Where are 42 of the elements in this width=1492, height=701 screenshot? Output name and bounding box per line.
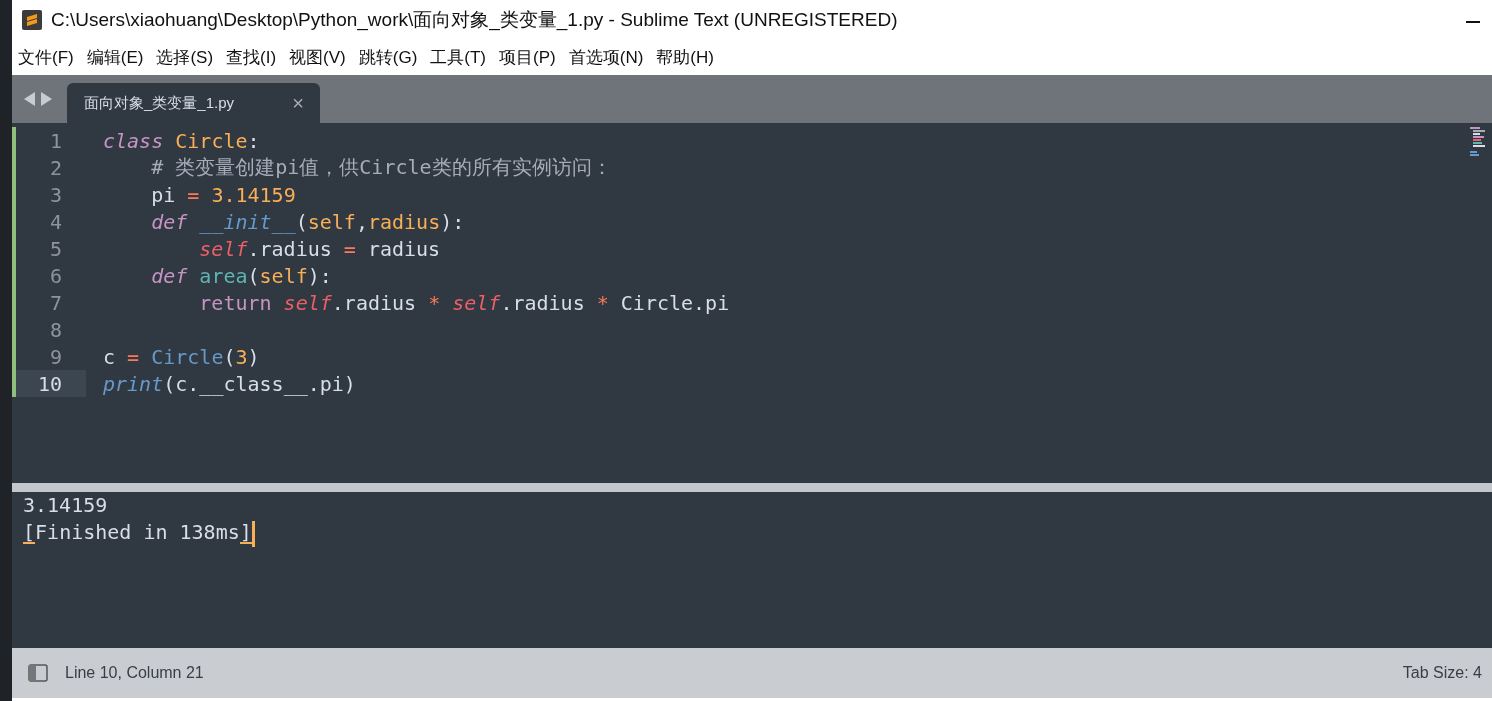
- line-number: 6: [49, 263, 62, 288]
- editor-tab[interactable]: 面向对象_类变量_1.py ×: [67, 83, 320, 123]
- line-number: 10: [37, 371, 62, 396]
- previous-tab-icon[interactable]: [24, 92, 35, 106]
- code-line: def area(self):: [150, 263, 332, 288]
- code-line: # 类变量创建pi值，供Circle类的所有实例访问：: [150, 154, 612, 181]
- output-line: 3.14159: [23, 492, 109, 519]
- window-title: C:\Users\xiaohuang\Desktop\Python_work\面向对象_类变量_1.py - Sublime Text (UNREGISTERED): [51, 8, 898, 33]
- menu-item[interactable]: 首选项(N): [568, 46, 644, 69]
- app-logo-icon: [22, 10, 42, 30]
- code-line: return self.radius * self.radius * Circle.pi: [198, 290, 730, 315]
- code-line: class Circle:: [103, 128, 260, 153]
- line-number: 8: [49, 317, 62, 342]
- menu-item[interactable]: 帮助(H): [656, 46, 714, 69]
- menu-item[interactable]: 编辑(E): [86, 46, 144, 69]
- output-line: [Finished in 138ms]: [23, 519, 1492, 546]
- menu-item[interactable]: 查找(I): [226, 46, 277, 69]
- menu-item[interactable]: 文件(F): [18, 46, 74, 69]
- line-number: 7: [49, 290, 62, 315]
- menu-item[interactable]: 视图(V): [289, 46, 346, 69]
- menu-item[interactable]: 项目(P): [499, 46, 556, 69]
- tab-size-button[interactable]: Tab Size: 4: [1402, 664, 1482, 682]
- code-line: pi = 3.14159: [150, 182, 296, 207]
- line-number: 2: [49, 155, 62, 180]
- next-tab-icon[interactable]: [41, 92, 52, 106]
- code-line: c = Circle(3): [103, 344, 260, 369]
- code-line: self.radius = radius: [198, 236, 441, 261]
- line-number: 1: [49, 128, 62, 153]
- close-icon[interactable]: ×: [292, 91, 304, 115]
- menu-item[interactable]: 跳转(G): [358, 46, 418, 69]
- line-number: 3: [49, 182, 62, 207]
- line-number: 9: [49, 344, 62, 369]
- minimap-drawing[interactable]: [1470, 127, 1486, 157]
- cursor-position: Line 10, Column 21: [65, 664, 204, 682]
- code-line: print(c.__class__.pi): [103, 371, 356, 396]
- menu-item[interactable]: 选择(S): [156, 46, 214, 69]
- line-number: 4: [49, 209, 62, 234]
- line-number: 5: [49, 236, 62, 261]
- text-cursor: [251, 520, 255, 547]
- code-line: def __init__(self,radius):: [150, 209, 465, 234]
- menu-item[interactable]: 工具(T): [430, 46, 487, 69]
- sidebar-toggle-icon[interactable]: [28, 664, 48, 682]
